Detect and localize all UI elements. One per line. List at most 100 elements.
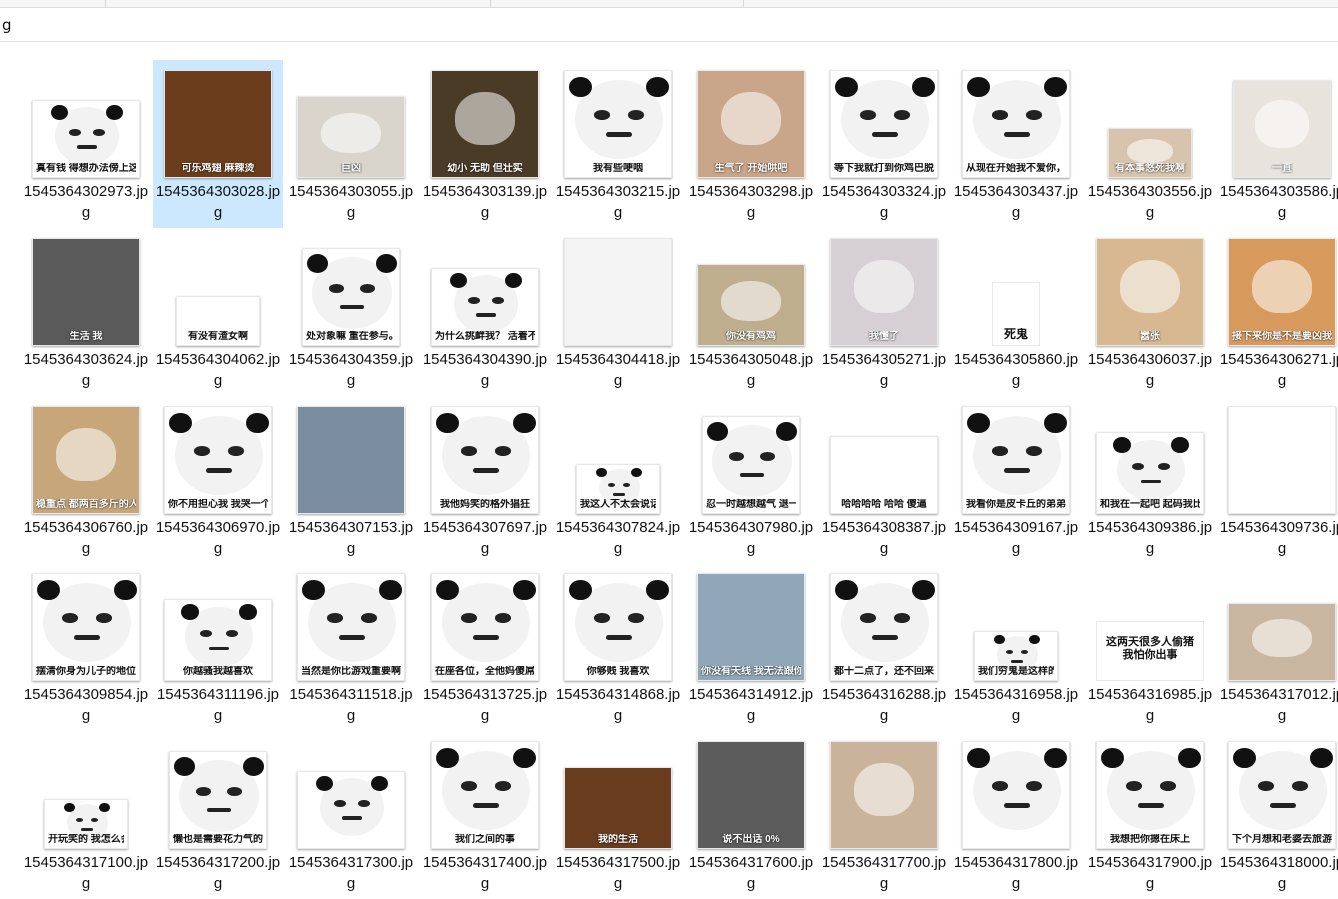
file-item[interactable]: 一直 1545364303586.jpg [1217, 60, 1338, 228]
file-thumbnail: 我他妈笑的格外猖狂 [431, 406, 539, 514]
meme-caption: 忍一时越想越气 退一步越想越亏 [706, 498, 796, 510]
panda-face-icon [436, 747, 536, 831]
file-thumbnail: 你没有天线 我无法跟你沟通 [697, 573, 805, 681]
cat-face-icon [1255, 100, 1309, 149]
file-item[interactable]: 生气了 开始哄吧 1545364303298.jpg [686, 60, 816, 228]
file-item[interactable]: 有没有渣女啊 1545364304062.jpg [153, 228, 283, 396]
file-item[interactable]: 处对象嘛 重在参与。 1545364304359.jpg [286, 228, 416, 396]
meme-caption: 我看你是皮卡丘的弟弟 皮在痒吧 [966, 498, 1066, 510]
file-item[interactable]: 和我在一起吧 起码我比别人多了十几斤肉在爱你 1545364309386.jpg [1085, 396, 1215, 564]
meme-caption: 我他妈笑的格外猖狂 [440, 498, 530, 510]
file-item[interactable]: 我他妈笑的格外猖狂 1545364307697.jpg [420, 396, 550, 564]
file-item[interactable]: 懒也是需要花力气的 1545364317200.jpg [153, 731, 283, 899]
meme-caption: 真有钱 得想办法傍上这个富婆 [36, 162, 136, 174]
file-item[interactable]: 为什么挑衅我？ 活着不好吗？ 1545364304390.jpg [420, 228, 550, 396]
file-item[interactable]: 我这人不太会说话 要是有什么得罪的地方 1545364307824.jpg [553, 396, 683, 564]
file-item[interactable]: 当然是你比游戏重要啊 1545364311518.jpg [286, 563, 416, 731]
file-thumbnail: 我这人不太会说话 要是有什么得罪的地方 [576, 464, 660, 514]
file-name: 1545364306037.jpg [1087, 351, 1213, 389]
file-item[interactable]: 1545364307153.jpg [286, 396, 416, 564]
meme-caption: 摆清你身为儿子的地位 [36, 665, 136, 677]
file-item[interactable]: 摆清你身为儿子的地位 1545364309854.jpg [21, 563, 151, 731]
file-name: 1545364311518.jpg [289, 686, 413, 724]
file-item[interactable]: 1545364309736.jpg [1217, 396, 1338, 564]
file-item[interactable]: 1545364317800.jpg [951, 731, 1081, 899]
file-name: 1545364303215.jpg [555, 183, 681, 221]
file-item[interactable]: 都十二点了，还不回来 1545364316288.jpg [819, 563, 949, 731]
file-item[interactable]: 我看你是皮卡丘的弟弟 皮在痒吧 1545364309167.jpg [951, 396, 1081, 564]
file-item[interactable]: 死鬼 1545364305860.jpg [951, 228, 1081, 396]
file-item[interactable]: 我们之间的事 1545364317400.jpg [420, 731, 550, 899]
file-thumbnail: 都十二点了，还不回来 [830, 573, 938, 681]
file-item[interactable]: 你越骚我越喜欢 1545364311196.jpg [153, 563, 283, 731]
file-item[interactable]: 你不用担心我 我哭一个月就会没事了 1545364306970.jpg [153, 396, 283, 564]
file-item[interactable]: 我有些哽咽 1545364303215.jpg [553, 60, 683, 228]
file-name: 1545364318000.jpg [1219, 854, 1338, 892]
file-item[interactable]: 巨凶 1545364303055.jpg [286, 60, 416, 228]
file-item[interactable]: 在座各位，全他妈傻屌！ 1545364313725.jpg [420, 563, 550, 731]
file-thumbnail: 稳重点 都两百多斤的人了 [32, 406, 140, 514]
file-thumbnail: 开玩笑的 我怎么会骂你 [44, 799, 128, 849]
file-item[interactable]: 有本事悠死我啊 1545364303556.jpg [1085, 60, 1215, 228]
file-item[interactable]: 我的生活 1545364317500.jpg [553, 731, 683, 899]
file-item[interactable]: 我想把你摁在床上 1545364317900.jpg [1085, 731, 1215, 899]
file-thumbnail: 你够贱 我喜欢 [564, 573, 672, 681]
file-name: 1545364306271.jpg [1219, 351, 1338, 389]
file-item[interactable]: 这两天很多人偷猪 我怕你出事 1545364316985.jpg [1085, 563, 1215, 731]
cat-face-icon [56, 428, 116, 482]
file-item[interactable]: 忍一时越想越气 退一步越想越亏 1545364307980.jpg [686, 396, 816, 564]
file-thumbnail: 我们穷鬼是这样的啦 [974, 631, 1058, 681]
file-item[interactable]: 说不出话 0% 1545364317600.jpg [686, 731, 816, 899]
file-thumbnail [962, 741, 1070, 849]
panda-face-icon [707, 422, 797, 498]
file-thumbnail: 我看你是皮卡丘的弟弟 皮在痒吧 [962, 406, 1070, 514]
file-name: 1545364317600.jpg [688, 854, 814, 892]
address-bar[interactable]: g [0, 8, 1338, 42]
file-item[interactable]: 1545364317700.jpg [819, 731, 949, 899]
file-thumbnail: 你没有鸡鸡 [697, 264, 805, 346]
file-item[interactable]: 稳重点 都两百多斤的人了 1545364306760.jpg [21, 396, 151, 564]
file-name: 1545364307824.jpg [555, 519, 681, 557]
file-item[interactable]: 接下来你是不是要凶我了 1545364306271.jpg [1217, 228, 1338, 396]
file-item[interactable]: 可乐鸡翅 麻辣烫 1545364303028.jpg [153, 60, 283, 228]
meme-caption: 懒也是需要花力气的 [173, 833, 263, 845]
meme-caption: 都十二点了，还不回来 [834, 665, 934, 677]
file-name: 1545364317300.jpg [288, 854, 414, 892]
panda-face-icon [169, 412, 269, 496]
file-name: 1545364304390.jpg [422, 351, 548, 389]
cat-face-icon [1127, 138, 1173, 163]
meme-caption: 为什么挑衅我？ 活着不好吗？ [435, 330, 535, 342]
file-item[interactable]: 1545364317300.jpg [286, 731, 416, 899]
file-item[interactable]: 1545364317012.jpg [1217, 563, 1338, 731]
file-name: 1545364307697.jpg [422, 519, 548, 557]
file-thumbnail: 你不用担心我 我哭一个月就会没事了 [164, 406, 272, 514]
file-item[interactable]: 幼小 无助 但壮实 1545364303139.jpg [420, 60, 550, 228]
file-item[interactable]: 等下我就打到你鸡巴脱臼 1545364303324.jpg [819, 60, 949, 228]
file-item[interactable]: 嚣张 1545364306037.jpg [1085, 228, 1215, 396]
file-thumbnail: 嚣张 [1096, 238, 1204, 346]
file-item[interactable]: 你没有鸡鸡 1545364305048.jpg [686, 228, 816, 396]
file-item[interactable]: 你没有天线 我无法跟你沟通 1545364314912.jpg [686, 563, 816, 731]
file-name: 1545364317200.jpg [155, 854, 281, 892]
file-thumbnail: 我的生活 [564, 767, 672, 849]
file-item[interactable]: 真有钱 得想办法傍上这个富婆 1545364302973.jpg [21, 60, 151, 228]
file-thumbnail: 等下我就打到你鸡巴脱臼 [830, 70, 938, 178]
file-item[interactable]: 从现在开始我不爱你，听见没有，不爱你了 1545364303437.jpg [951, 60, 1081, 228]
file-name: 1545364314868.jpg [555, 686, 681, 724]
meme-caption: 处对象嘛 重在参与。 [306, 330, 396, 342]
file-item[interactable]: 开玩笑的 我怎么会骂你 1545364317100.jpg [21, 731, 151, 899]
file-name: 1545364303437.jpg [953, 183, 1079, 221]
meme-caption: 在座各位，全他妈傻屌！ [435, 665, 535, 677]
file-item[interactable]: 我懂了 1545364305271.jpg [819, 228, 949, 396]
file-item[interactable]: 生活 我 1545364303624.jpg [21, 228, 151, 396]
file-thumbnail: 生气了 开始哄吧 [697, 70, 805, 178]
ribbon-separator [490, 0, 491, 8]
file-item[interactable]: 下个月想和老婆去旅游 1545364318000.jpg [1217, 731, 1338, 899]
file-item[interactable]: 我们穷鬼是这样的啦 1545364316958.jpg [951, 563, 1081, 731]
meme-caption: 等下我就打到你鸡巴脱臼 [834, 162, 934, 174]
file-item[interactable]: 哈哈哈哈 哈哈 傻逼 1545364308387.jpg [819, 396, 949, 564]
file-item[interactable]: 你够贱 我喜欢 1545364314868.jpg [553, 563, 683, 731]
file-name: 1545364309736.jpg [1219, 519, 1338, 557]
file-item[interactable]: 1545364304418.jpg [553, 228, 683, 396]
panda-face-icon [174, 757, 264, 833]
